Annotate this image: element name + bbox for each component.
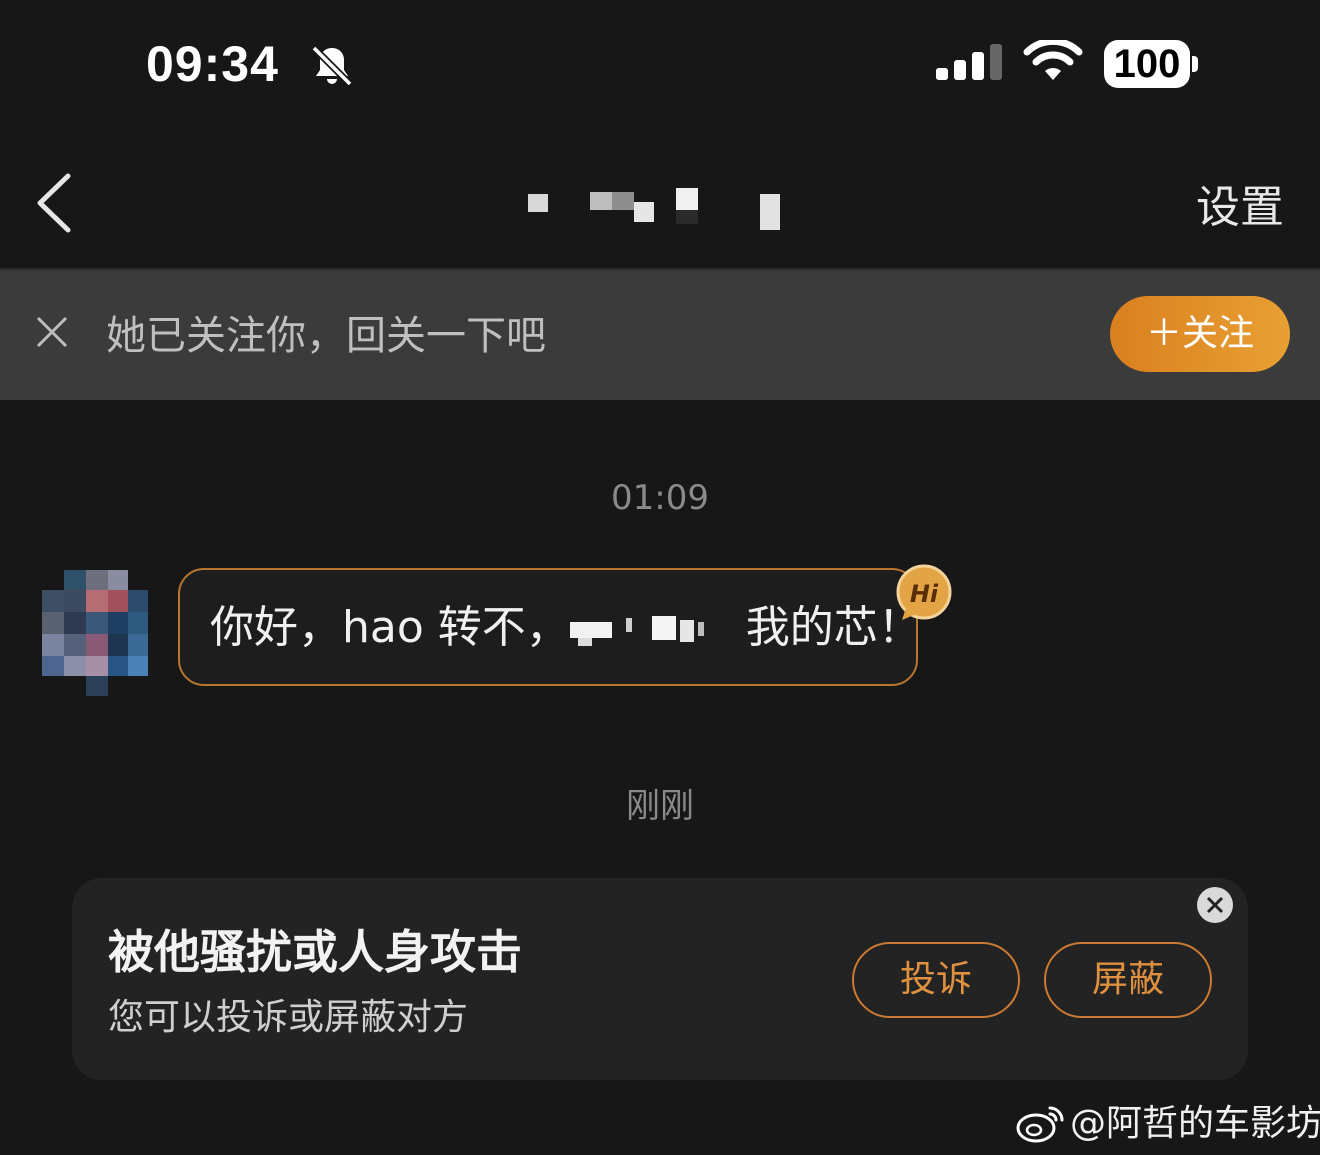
settings-button[interactable]: 设置	[1196, 178, 1284, 238]
watermark-text: @阿哲的车影坊	[1070, 1103, 1320, 1144]
follow-back-text: 她已关注你，回关一下吧	[106, 313, 546, 359]
message-text: 你好，hao 转不， 我的芯！	[210, 600, 922, 656]
hi-badge-text: Hi	[910, 580, 939, 608]
chevron-left-icon[interactable]	[32, 172, 76, 234]
report-card-title: 被他骚扰或人身攻击	[108, 925, 522, 979]
wifi-icon	[1023, 40, 1083, 80]
block-button[interactable]: 屏蔽	[1044, 942, 1212, 1018]
message-text-start: 你好，hao 转不，	[210, 602, 570, 653]
pixelated-username	[528, 188, 780, 230]
follow-button[interactable]: ＋关注	[1110, 296, 1290, 372]
bell-slash-icon	[311, 45, 353, 87]
status-time: 09:34	[146, 36, 279, 92]
battery-tip	[1192, 56, 1198, 72]
message-timestamp: 01:09	[611, 478, 709, 518]
close-icon[interactable]	[1196, 886, 1234, 924]
avatar[interactable]	[42, 570, 148, 696]
pixelated-message-segment	[570, 616, 704, 646]
report-button[interactable]: 投诉	[852, 942, 1020, 1018]
message-timestamp-recent: 刚刚	[626, 786, 694, 826]
hi-badge-icon: Hi	[896, 564, 952, 620]
close-icon[interactable]	[34, 314, 70, 350]
battery-icon: 100	[1104, 40, 1190, 88]
report-card-subtitle: 您可以投诉或屏蔽对方	[108, 997, 469, 1038]
weibo-logo-icon	[1016, 1106, 1064, 1143]
cellular-signal-icon	[936, 44, 1002, 80]
